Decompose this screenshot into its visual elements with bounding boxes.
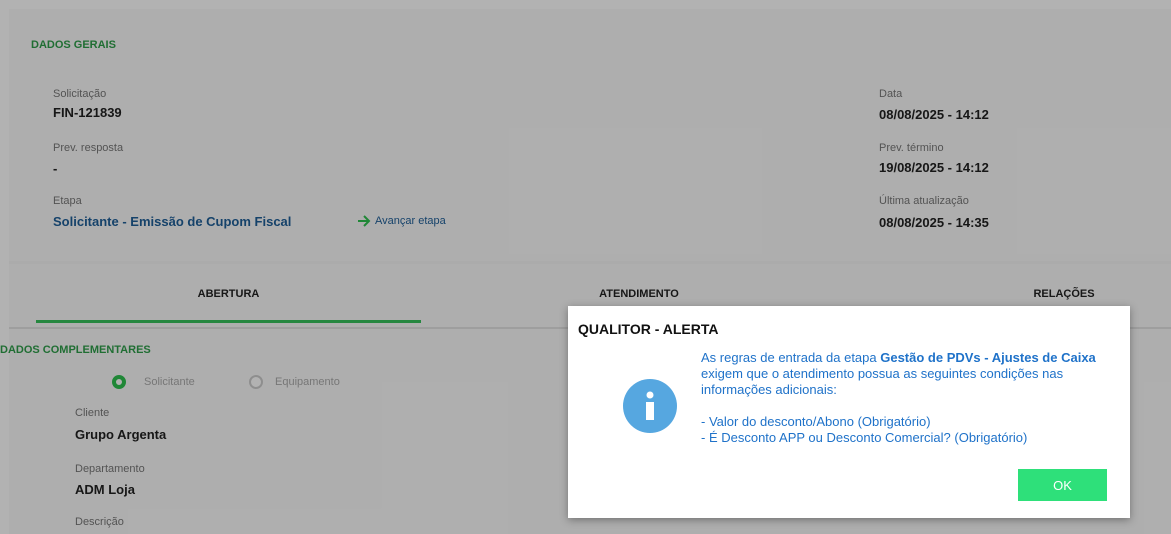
- ok-button[interactable]: OK: [1018, 469, 1107, 501]
- alert-dialog: QUALITOR - ALERTA As regras de entrada d…: [568, 306, 1130, 518]
- condition-item: - É Desconto APP ou Desconto Comercial? …: [701, 430, 1028, 445]
- info-icon: [623, 379, 677, 433]
- dialog-title: QUALITOR - ALERTA: [578, 321, 719, 337]
- condition-item: - Valor do desconto/Abono (Obrigatório): [701, 414, 931, 429]
- dialog-message: As regras de entrada da etapa Gestão de …: [701, 350, 1116, 446]
- dialog-message-part2: exigem que o atendimento possua as segui…: [701, 366, 1064, 397]
- dialog-stage-name: Gestão de PDVs - Ajustes de Caixa: [880, 350, 1096, 365]
- dialog-message-part1: As regras de entrada da etapa: [701, 350, 881, 365]
